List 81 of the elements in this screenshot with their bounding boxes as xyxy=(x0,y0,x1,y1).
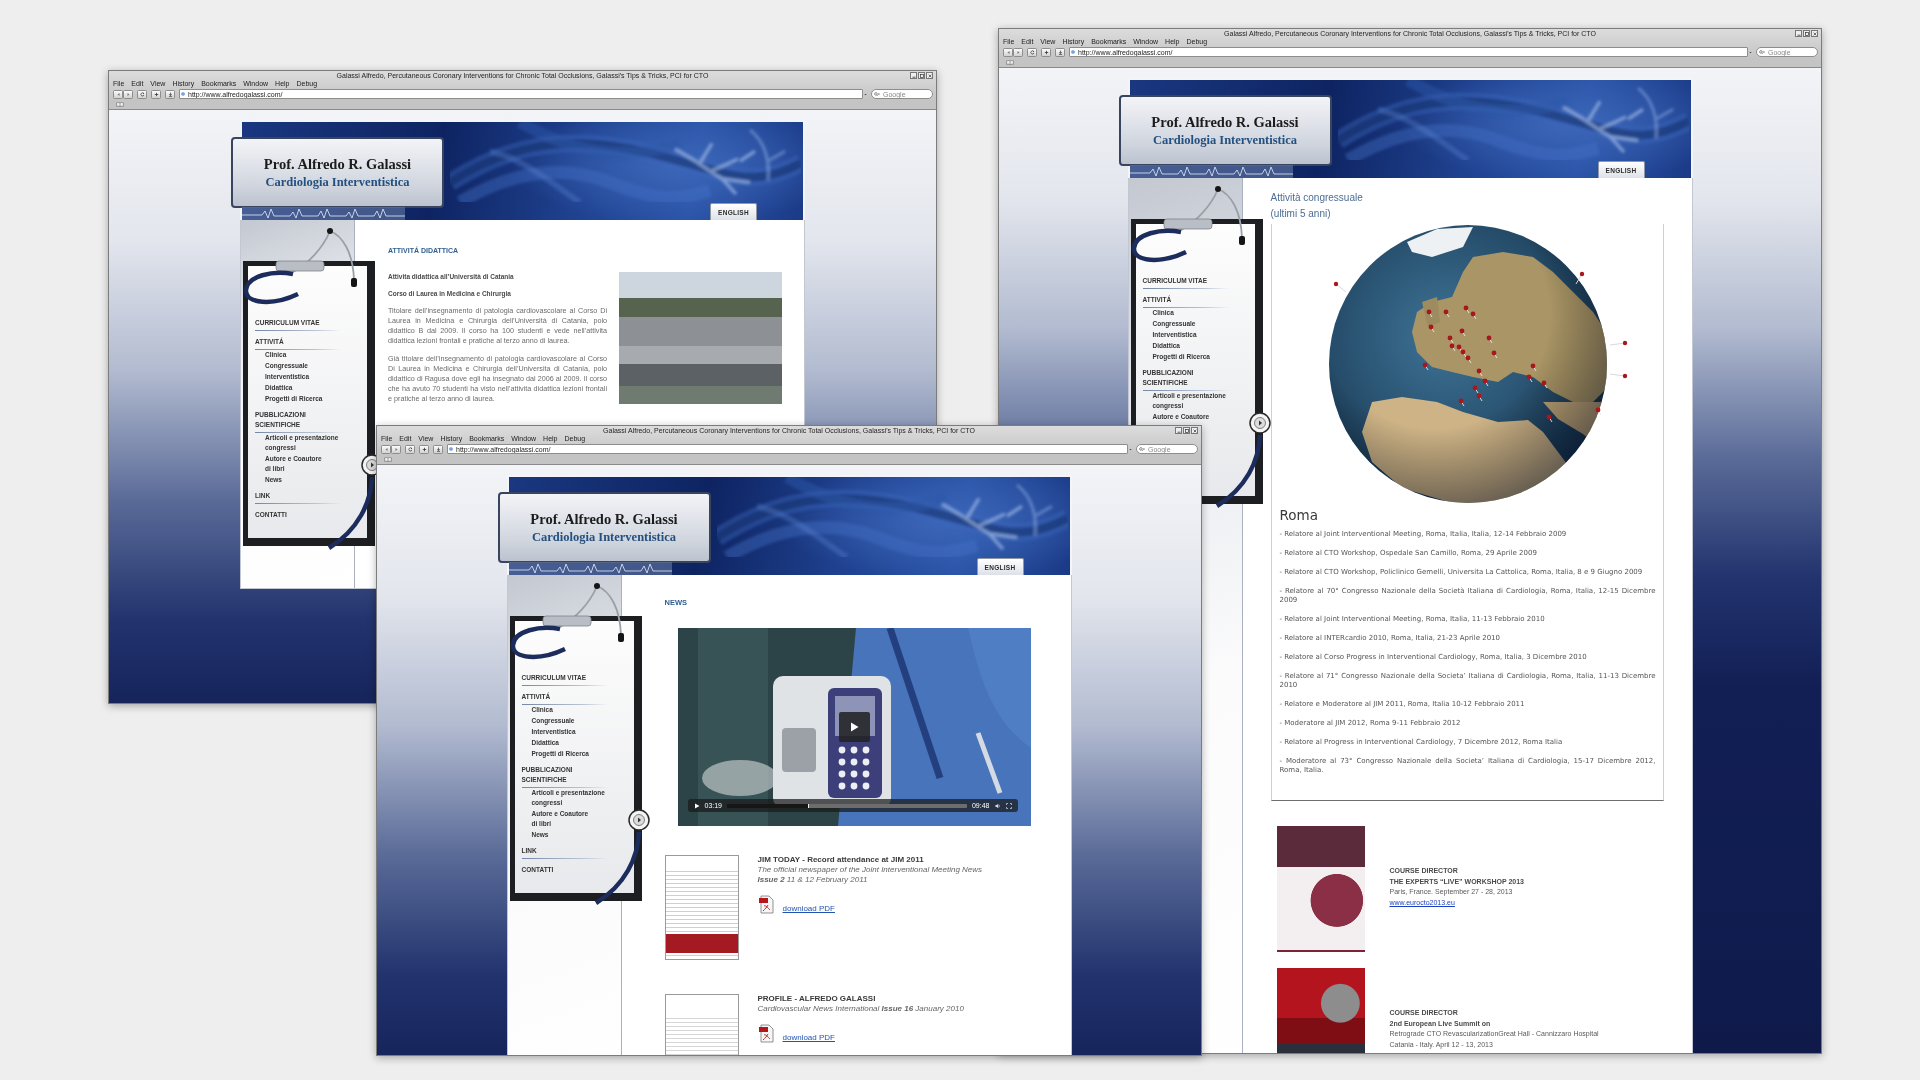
city-heading: Roma xyxy=(1279,507,1319,523)
forward-arrow-icon xyxy=(1015,49,1021,55)
plus-icon xyxy=(421,446,427,452)
reload-icon xyxy=(1029,49,1035,55)
back-button[interactable] xyxy=(381,444,391,454)
fullscreen-icon[interactable] xyxy=(1005,802,1012,809)
forward-button[interactable] xyxy=(391,444,401,454)
reload-button[interactable] xyxy=(137,89,147,99)
maximize-button[interactable] xyxy=(1803,30,1810,37)
maximize-button[interactable] xyxy=(1183,427,1190,434)
globe-icon xyxy=(1071,50,1075,54)
download-button[interactable] xyxy=(165,89,175,99)
download-arrow-icon xyxy=(167,91,173,97)
minimize-button[interactable] xyxy=(910,72,917,79)
globe-icon xyxy=(181,92,185,96)
news-description: The official newspaper of the Joint Interventional Meeting News Issue 2 11 & 12 February 2011 xyxy=(757,865,983,885)
bookmarks-button[interactable] xyxy=(115,101,125,108)
open-book-icon xyxy=(116,102,124,107)
volume-icon[interactable] xyxy=(994,802,1001,809)
stethoscope-chestpiece-drawing xyxy=(1248,412,1271,434)
news-title: JIM TODAY - Record attendance at JIM 2011 xyxy=(757,855,924,865)
site-subtitle: Cardiologia Interventistica xyxy=(1152,132,1298,148)
close-button[interactable] xyxy=(1191,427,1198,434)
back-arrow-icon xyxy=(1005,49,1011,55)
download-link[interactable]: download PDF xyxy=(782,1033,835,1043)
back-arrow-icon xyxy=(383,446,389,452)
reload-icon xyxy=(139,91,145,97)
site-subtitle: Cardiologia Interventistica xyxy=(265,174,410,190)
bookmarks-button[interactable] xyxy=(1005,59,1015,66)
close-button[interactable] xyxy=(926,72,933,79)
maximize-icon xyxy=(1804,31,1809,36)
open-book-icon xyxy=(384,457,392,462)
download-arrow-icon xyxy=(1057,49,1063,55)
maximize-button[interactable] xyxy=(918,72,925,79)
pdf-file-icon xyxy=(757,1024,774,1043)
site-title: Prof. Alfredo R. Galassi xyxy=(530,510,678,528)
reload-icon xyxy=(407,446,413,452)
play-icon xyxy=(848,721,860,733)
forward-arrow-icon xyxy=(393,446,399,452)
plus-icon xyxy=(153,91,159,97)
download-arrow-icon xyxy=(435,446,441,452)
news-description: Cardiovascular News International Issue 16 January 2010 xyxy=(757,1004,964,1014)
site-subtitle: Cardiologia Interventistica xyxy=(531,529,677,545)
add-bookmark-button[interactable] xyxy=(1041,47,1051,57)
forward-arrow-icon xyxy=(125,91,131,97)
minimize-button[interactable] xyxy=(1175,427,1182,434)
news-title: PROFILE - ALFREDO GALASSI xyxy=(757,994,876,1004)
download-link[interactable]: download PDF xyxy=(782,904,835,914)
close-icon xyxy=(927,73,932,78)
maximize-icon xyxy=(1184,428,1189,433)
bookmarks-button[interactable] xyxy=(383,456,393,463)
forward-button[interactable] xyxy=(123,89,133,99)
reload-button[interactable] xyxy=(405,444,415,454)
search-icon xyxy=(1139,446,1145,452)
section-title: Attività congressuale (ultimi 5 anni) xyxy=(1270,191,1364,221)
back-button[interactable] xyxy=(1003,47,1013,57)
maximize-icon xyxy=(919,73,924,78)
add-bookmark-button[interactable] xyxy=(151,89,161,99)
play-button[interactable] xyxy=(838,712,870,742)
close-icon xyxy=(1192,428,1197,433)
site-title: Prof. Alfredo R. Galassi xyxy=(1151,113,1299,131)
search-icon xyxy=(874,91,880,97)
stethoscope-chestpiece-drawing xyxy=(627,809,650,831)
forward-button[interactable] xyxy=(1013,47,1023,57)
pdf-file-icon xyxy=(757,895,774,914)
site-title: Prof. Alfredo R. Galassi xyxy=(263,155,412,173)
play-icon[interactable] xyxy=(693,802,700,809)
open-book-icon xyxy=(1006,60,1014,65)
back-arrow-icon xyxy=(115,91,121,97)
download-button[interactable] xyxy=(1055,47,1065,57)
close-button[interactable] xyxy=(1811,30,1818,37)
back-button[interactable] xyxy=(113,89,123,99)
plus-icon xyxy=(1043,49,1049,55)
reload-button[interactable] xyxy=(1027,47,1037,57)
download-button[interactable] xyxy=(433,444,443,454)
close-icon xyxy=(1812,31,1817,36)
add-bookmark-button[interactable] xyxy=(419,444,429,454)
minimize-button[interactable] xyxy=(1795,30,1802,37)
globe-icon xyxy=(449,447,453,451)
search-icon xyxy=(1759,49,1765,55)
progress-track[interactable] xyxy=(727,803,967,808)
